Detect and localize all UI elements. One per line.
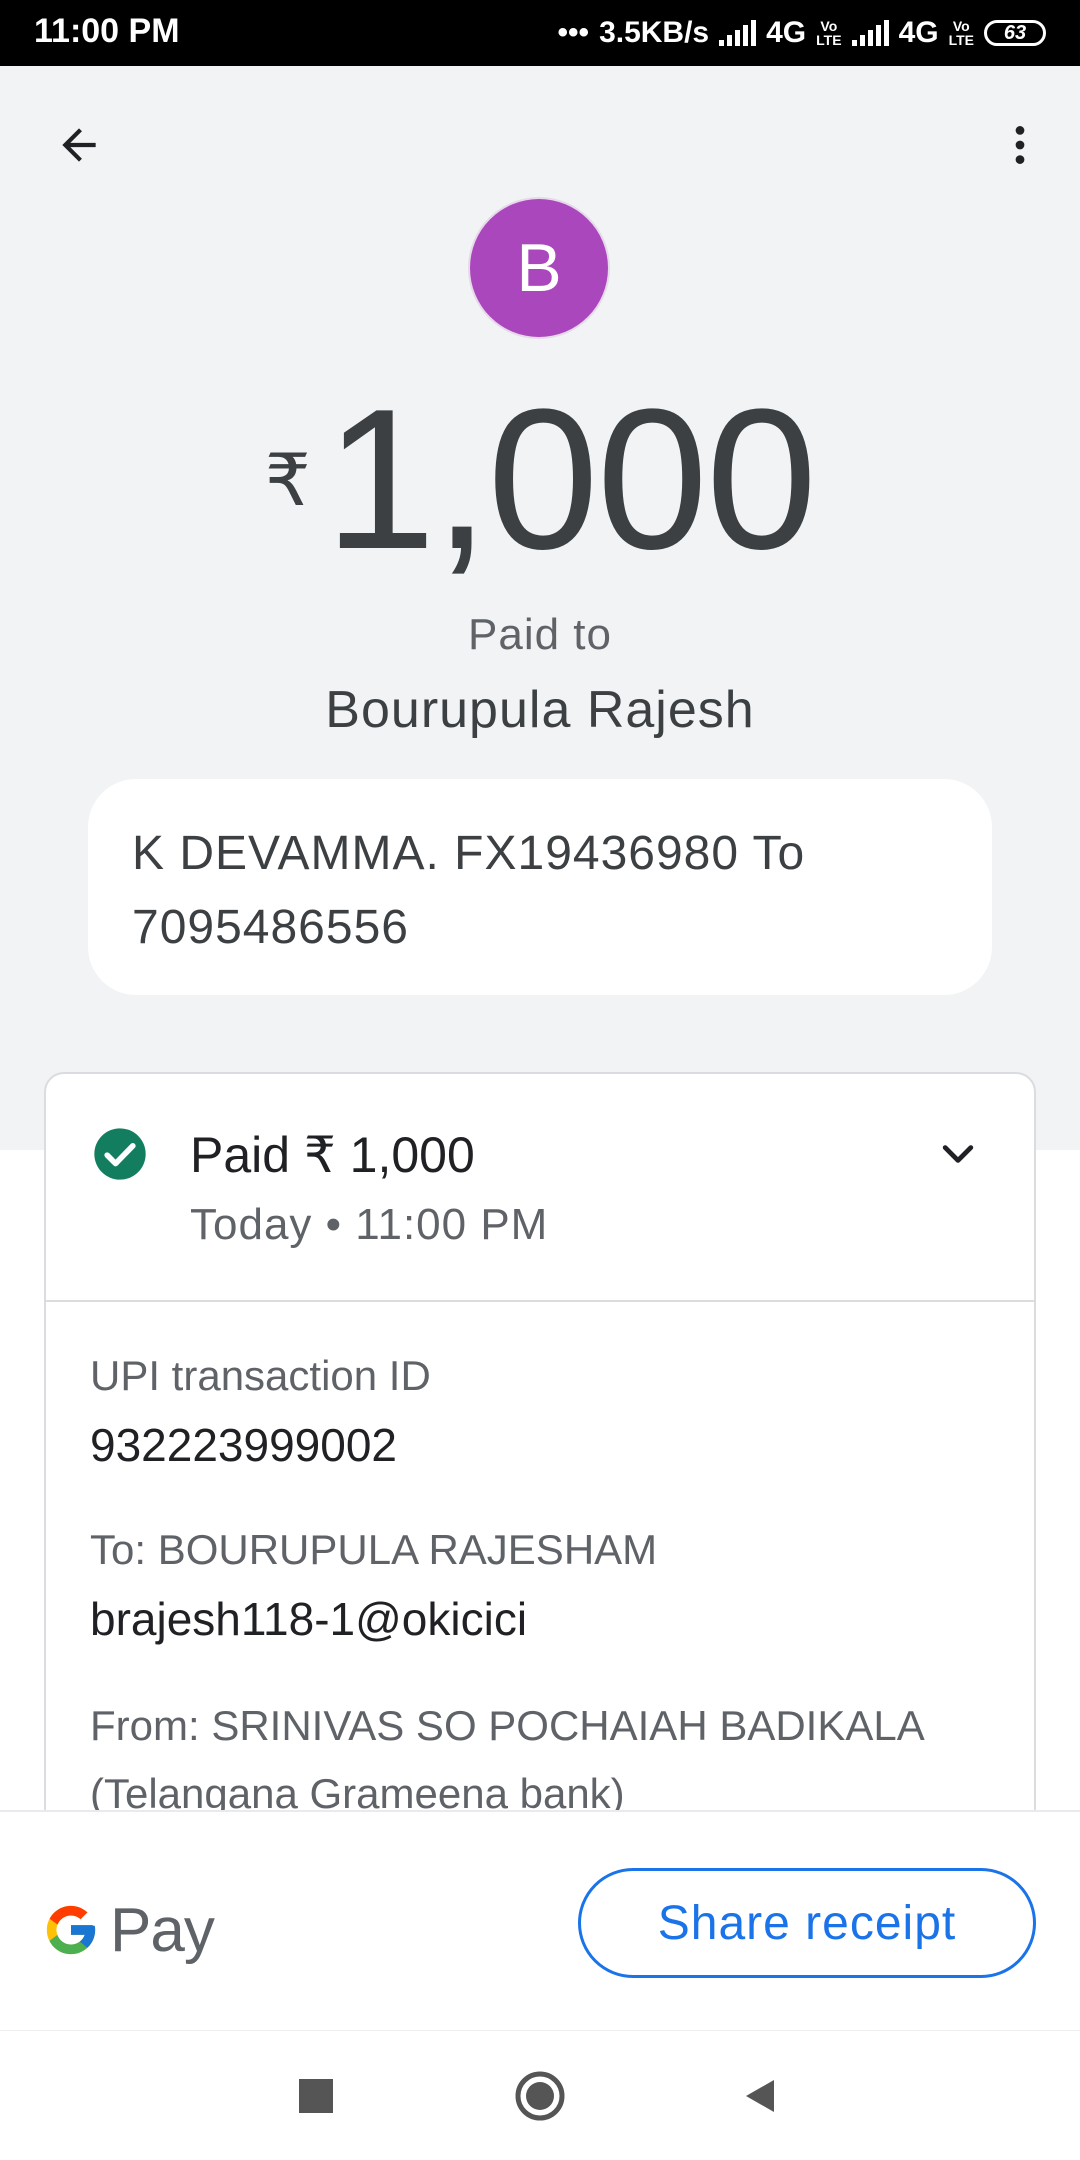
status-time: 11:00 PM: [34, 12, 180, 50]
network-speed: 3.5KB/s: [599, 16, 710, 49]
more-vert-icon: [1015, 126, 1025, 164]
to-upi-id: brajesh118-1@okicici: [90, 1593, 528, 1645]
screen: 11:00 PM ••• 3.5KB/s 4G Vo LTE 4G Vo LTE 6…: [0, 0, 1080, 2160]
avatar: B: [470, 199, 608, 337]
gpay-logo-text: Pay: [110, 1895, 215, 1965]
back-button[interactable]: [44, 110, 114, 180]
system-nav-bar: [0, 2030, 1080, 2160]
note-line-2: 7095486556: [132, 901, 409, 954]
square-icon: [299, 2079, 333, 2113]
battery-icon: 63: [984, 20, 1046, 46]
currency-symbol: ₹: [264, 441, 311, 521]
share-receipt-button[interactable]: Share receipt: [578, 1868, 1036, 1978]
network-type-2: 4G: [898, 16, 939, 49]
volte-icon-2: Vo LTE: [948, 18, 974, 48]
dots-icon: •••: [557, 16, 590, 49]
paid-to-label: Paid to: [468, 610, 612, 659]
signal-icon: [719, 20, 757, 46]
payment-amount: ₹ 1,000: [0, 380, 1080, 580]
to-label: To: BOURUPULA RAJESHAM: [90, 1526, 658, 1573]
signal-icon-2: [851, 20, 889, 46]
more-options-button[interactable]: [985, 110, 1055, 180]
status-bar: 11:00 PM ••• 3.5KB/s 4G Vo LTE 4G Vo LTE 6…: [0, 0, 1080, 66]
bottom-action-bar: Pay Share receipt: [0, 1810, 1080, 2030]
status-icons: ••• 3.5KB/s 4G Vo LTE 4G Vo LTE 63: [558, 10, 1046, 56]
upi-id-label: UPI transaction ID: [90, 1352, 431, 1399]
note-line-1: K DEVAMMA. FX19436980 To: [132, 827, 806, 880]
triangle-back-icon: [746, 2080, 774, 2112]
network-type: 4G: [766, 16, 807, 49]
chevron-down-icon: [942, 1145, 974, 1163]
expand-button[interactable]: [928, 1124, 988, 1184]
circle-icon: [515, 2071, 565, 2121]
home-button[interactable]: [500, 2056, 580, 2136]
arrow-back-icon: [62, 128, 96, 162]
transaction-header[interactable]: Paid ₹ 1,000 Today • 11:00 PM: [46, 1074, 1034, 1302]
payee-name: Bourupula Rajesh: [325, 681, 755, 739]
transaction-status: Paid ₹ 1,000: [190, 1127, 475, 1183]
payment-note: K DEVAMMA. FX19436980 To 7095486556: [88, 779, 992, 995]
google-pay-logo: Pay: [42, 1890, 215, 1970]
back-nav-button[interactable]: [720, 2056, 800, 2136]
transaction-time: Today • 11:00 PM: [190, 1200, 549, 1249]
check-circle-icon: [94, 1128, 146, 1180]
from-label: From: SRINIVAS SO POCHAIAH BADIKALA: [90, 1702, 925, 1749]
google-g-icon: [46, 1905, 96, 1955]
volte-icon: Vo LTE: [816, 18, 842, 48]
upi-id-value: 932223999002: [90, 1419, 397, 1471]
amount-value: 1,000: [324, 368, 817, 591]
recents-button[interactable]: [276, 2056, 356, 2136]
